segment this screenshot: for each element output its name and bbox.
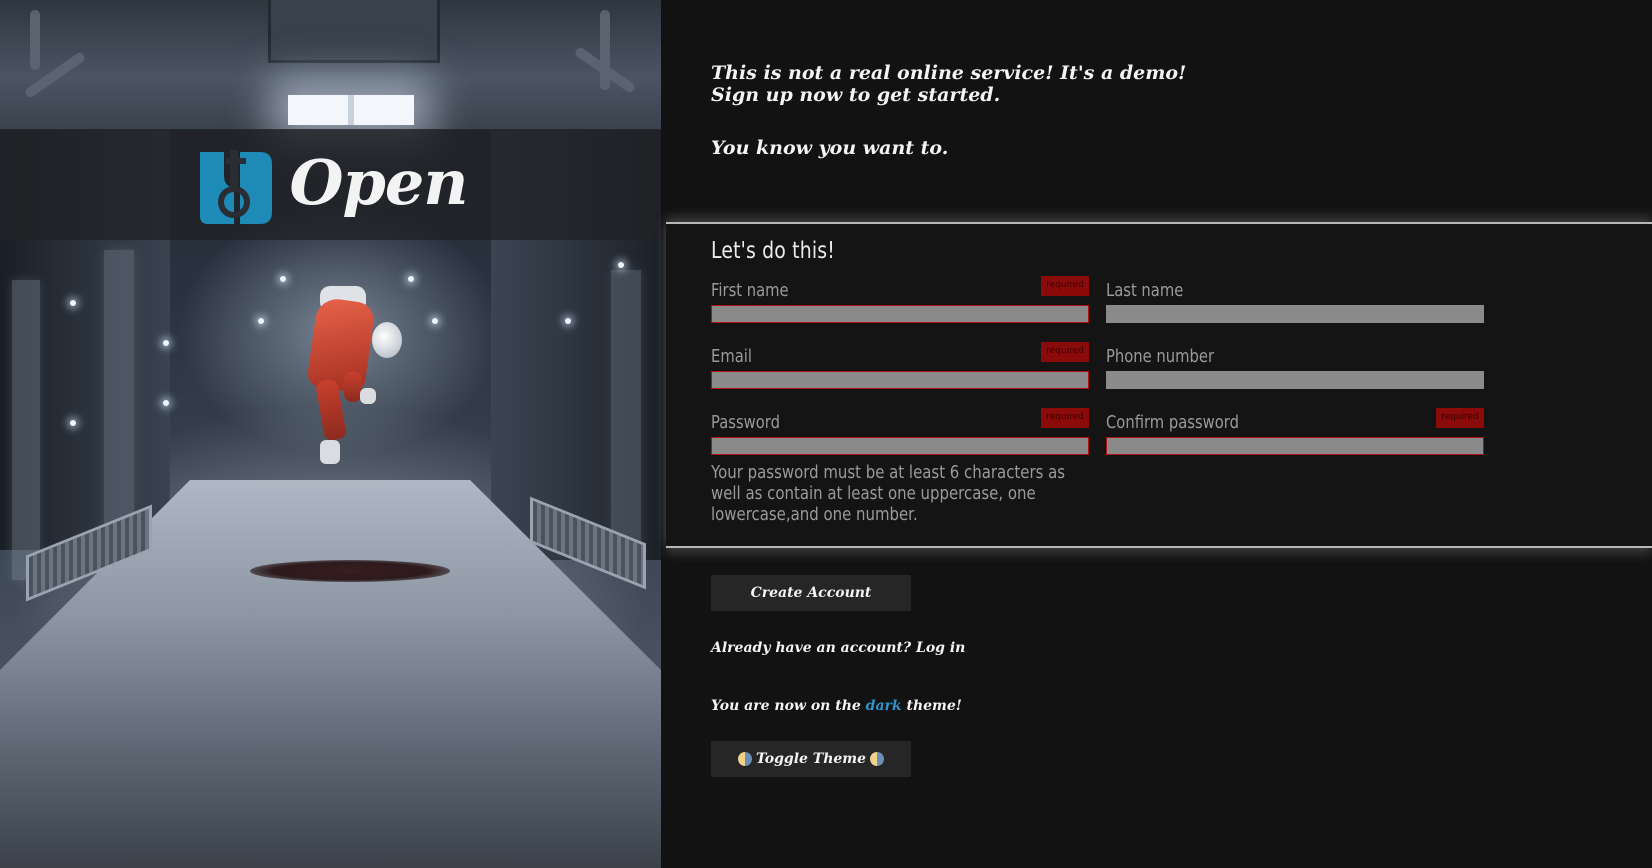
intro-line-2: Sign up now to get started.	[711, 84, 1001, 106]
logo-icon	[199, 149, 272, 224]
hero-ceiling	[0, 0, 661, 130]
password-label: Password	[711, 412, 780, 433]
brand-name: Open	[289, 146, 469, 219]
email-input[interactable]	[711, 371, 1089, 389]
phone-input[interactable]	[1106, 371, 1484, 389]
last-name-label: Last name	[1106, 280, 1184, 301]
email-label: Email	[711, 346, 752, 367]
confirm-password-input[interactable]	[1106, 437, 1484, 455]
intro-text: This is not a real online service! It's …	[711, 62, 1231, 159]
hero-image: Open	[0, 0, 661, 868]
phone-field: Phone number	[1106, 346, 1484, 389]
create-account-button[interactable]: Create Account	[711, 575, 911, 611]
form-title: Let's do this!	[711, 238, 835, 264]
astronaut	[306, 296, 376, 394]
half-moon-icon	[737, 752, 752, 766]
intro-line-1: This is not a real online service! It's …	[711, 62, 1187, 84]
email-field: Email required	[711, 342, 1089, 389]
theme-status: You are now on the dark theme!	[711, 698, 962, 714]
required-badge: required	[1041, 408, 1089, 428]
last-name-input[interactable]	[1106, 305, 1484, 323]
theme-name: dark	[865, 698, 902, 714]
required-badge: required	[1041, 342, 1089, 362]
first-name-input[interactable]	[711, 305, 1089, 323]
confirm-password-label: Confirm password	[1106, 412, 1239, 433]
floor-stain	[250, 560, 450, 582]
toggle-theme-button[interactable]: Toggle Theme	[711, 741, 911, 777]
password-input[interactable]	[711, 437, 1089, 455]
theme-status-suffix: theme!	[906, 698, 962, 714]
last-name-field: Last name	[1106, 280, 1484, 323]
password-field: Password required	[711, 408, 1089, 455]
login-link[interactable]: Already have an account? Log in	[711, 640, 965, 656]
required-badge: required	[1041, 276, 1089, 296]
intro-line-3: You know you want to.	[711, 137, 949, 159]
first-name-label: First name	[711, 280, 789, 301]
signup-form: Let's do this! First name required Last …	[666, 222, 1652, 548]
half-moon-icon	[870, 752, 885, 766]
brand-header: Open	[0, 129, 661, 240]
password-hint: Your password must be at least 6 charact…	[711, 462, 1066, 525]
phone-label: Phone number	[1106, 346, 1215, 367]
confirm-password-field: Confirm password required	[1106, 408, 1484, 455]
theme-status-prefix: You are now on the	[711, 698, 861, 714]
toggle-theme-label: Toggle Theme	[755, 751, 867, 767]
first-name-field: First name required	[711, 276, 1089, 323]
required-badge: required	[1436, 408, 1484, 428]
